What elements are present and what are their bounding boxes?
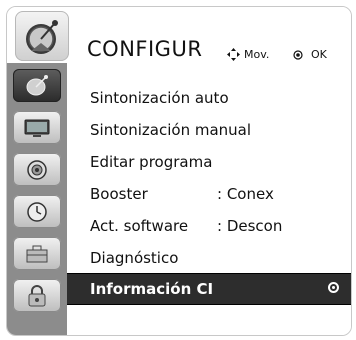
navigation-hint: Mov. <box>227 48 269 61</box>
menu-item-manual-tuning[interactable]: Sintonización manual <box>67 115 351 145</box>
sidebar-item-option[interactable] <box>13 237 61 270</box>
category-sidebar <box>7 63 67 335</box>
satellite-icon <box>15 11 69 61</box>
menu-item-label: Sintonización auto <box>90 89 229 107</box>
lock-icon <box>28 284 46 306</box>
menu-item-label: Act. software <box>90 217 189 235</box>
ok-button-icon <box>293 49 303 60</box>
menu-header: CONFIGUR Mov. OK <box>7 7 351 63</box>
setup-menu-panel: CONFIGUR Mov. OK Sintonización auto Sint… <box>6 6 352 336</box>
menu-item-ci-information[interactable]: Información CI <box>67 273 351 305</box>
menu-item-programme-edit[interactable]: Editar programa <box>67 147 351 177</box>
satellite-icon <box>26 74 48 95</box>
navigation-hint-label: Mov. <box>244 48 270 61</box>
menu-item-diagnostics[interactable]: Diagnóstico <box>67 243 351 273</box>
ok-hint: OK <box>293 48 327 61</box>
sidebar-item-picture[interactable] <box>13 111 61 144</box>
clock-icon <box>27 201 47 222</box>
speaker-icon <box>27 159 47 180</box>
menu-item-software-update[interactable]: Act. software : Descon <box>67 211 351 241</box>
menu-item-label: Editar programa <box>90 153 213 171</box>
menu-item-label: Booster <box>90 185 148 203</box>
sidebar-item-setup[interactable] <box>13 69 61 102</box>
menu-item-value: : Descon <box>217 217 283 235</box>
setup-menu-list: Sintonización auto Sintonización manual … <box>67 63 351 335</box>
menu-item-value: : Conex <box>217 185 274 203</box>
menu-item-booster[interactable]: Booster : Conex <box>67 179 351 209</box>
menu-item-label: Sintonización manual <box>90 121 252 139</box>
sidebar-item-audio[interactable] <box>13 153 61 186</box>
ok-hint-label: OK <box>311 48 327 61</box>
sidebar-item-time[interactable] <box>13 195 61 228</box>
toolbox-icon <box>26 245 48 262</box>
tv-screen-icon <box>24 119 50 137</box>
menu-item-label: Diagnóstico <box>90 249 179 267</box>
selected-radio-icon <box>328 282 339 293</box>
menu-item-auto-tuning[interactable]: Sintonización auto <box>67 83 351 113</box>
menu-item-label: Información CI <box>90 280 214 298</box>
page-title: CONFIGUR <box>87 37 203 61</box>
sidebar-item-lock[interactable] <box>13 279 61 312</box>
arrow-keys-icon <box>227 48 240 61</box>
